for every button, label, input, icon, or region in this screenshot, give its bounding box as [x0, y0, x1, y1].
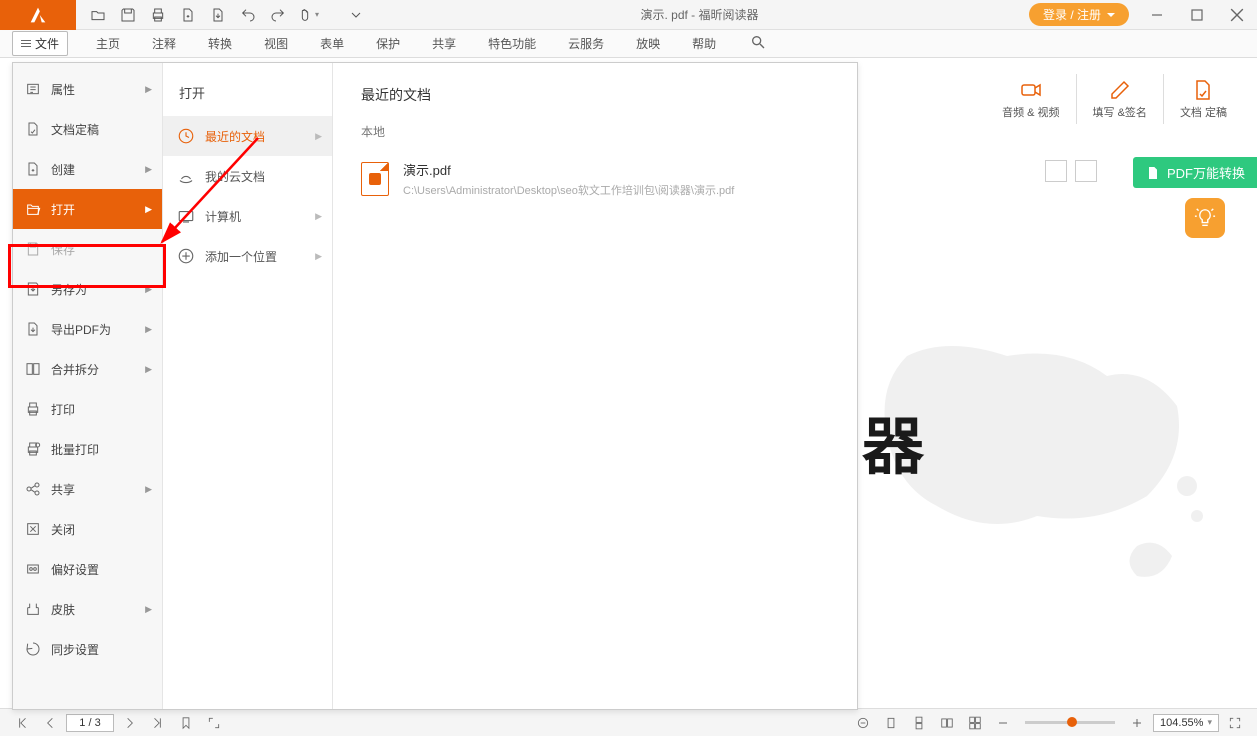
- window-title: 演示. pdf - 福昕阅读器: [370, 6, 1029, 23]
- prev-page-button[interactable]: [38, 712, 62, 734]
- view-single-button[interactable]: [1075, 160, 1097, 182]
- file-menu-保存: 保存: [13, 229, 162, 269]
- facing-continuous-icon[interactable]: [963, 712, 987, 734]
- zoom-in-button[interactable]: [1125, 712, 1149, 734]
- file-menu-文档定稿[interactable]: 文档定稿: [13, 109, 162, 149]
- file-menu: 属性▶文档定稿创建▶打开▶保存另存为▶导出PDF为▶合并拆分▶打印批量打印共享▶…: [12, 62, 858, 710]
- file-menu-导出PDF为[interactable]: 导出PDF为▶: [13, 309, 162, 349]
- file-menu-打印[interactable]: 打印: [13, 389, 162, 429]
- zoom-value[interactable]: 104.55%: [1153, 714, 1219, 732]
- ribbon-tab-9[interactable]: 放映: [620, 30, 676, 58]
- zoom-out-button[interactable]: [991, 712, 1015, 734]
- file-menu-打开[interactable]: 打开▶: [13, 189, 162, 229]
- minimize-button[interactable]: [1137, 0, 1177, 30]
- file-menu-属性[interactable]: 属性▶: [13, 69, 162, 109]
- qat-more-icon[interactable]: [342, 1, 370, 29]
- next-page-button[interactable]: [118, 712, 142, 734]
- maximize-button[interactable]: [1177, 0, 1217, 30]
- open-icon[interactable]: [84, 1, 112, 29]
- file-menu-合并拆分[interactable]: 合并拆分▶: [13, 349, 162, 389]
- ribbon-tab-6[interactable]: 共享: [416, 30, 472, 58]
- ribbon-right-group: 音频 & 视频 填写 &签名 文档 定稿: [984, 60, 1245, 138]
- save-icon[interactable]: [114, 1, 142, 29]
- file-menu-column-3: 最近的文档 本地 演示.pdf C:\Users\Administrator\D…: [333, 63, 857, 709]
- recent-file-item[interactable]: 演示.pdf C:\Users\Administrator\Desktop\se…: [361, 154, 829, 204]
- ribbon-tab-4[interactable]: 表单: [304, 30, 360, 58]
- file-menu-column-1: 属性▶文档定稿创建▶打开▶保存另存为▶导出PDF为▶合并拆分▶打印批量打印共享▶…: [13, 63, 163, 709]
- file-menu-创建[interactable]: 创建▶: [13, 149, 162, 189]
- hand-icon[interactable]: ▾: [294, 1, 322, 29]
- print-icon[interactable]: [144, 1, 172, 29]
- file-menu-共享[interactable]: 共享▶: [13, 469, 162, 509]
- ribbon-tab-3[interactable]: 视图: [248, 30, 304, 58]
- facing-page-icon[interactable]: [935, 712, 959, 734]
- quick-access-toolbar: ▾: [76, 1, 370, 29]
- doc-final-button[interactable]: 文档 定稿: [1174, 78, 1233, 120]
- ribbon-tab-1[interactable]: 注释: [136, 30, 192, 58]
- last-page-button[interactable]: [146, 712, 170, 734]
- view-thumbnails-button[interactable]: [1045, 160, 1067, 182]
- ribbon-tab-10[interactable]: 帮助: [676, 30, 732, 58]
- hint-bulb-button[interactable]: [1185, 198, 1225, 238]
- file-menu-关闭[interactable]: 关闭: [13, 509, 162, 549]
- open-sub-3[interactable]: 添加一个位置▶: [163, 236, 332, 276]
- expand-icon[interactable]: [202, 712, 226, 734]
- file-menu-批量打印[interactable]: 批量打印: [13, 429, 162, 469]
- ribbon-tabs: 文件 主页注释转换视图表单保护共享特色功能云服务放映帮助: [0, 30, 1257, 58]
- continuous-page-icon[interactable]: [907, 712, 931, 734]
- status-bar: 1 / 3 104.55%: [0, 708, 1257, 736]
- file-menu-column-2: 打开 最近的文档▶我的云文档计算机▶添加一个位置▶: [163, 63, 333, 709]
- open-sub-1[interactable]: 我的云文档: [163, 156, 332, 196]
- recent-location: 本地: [361, 123, 829, 140]
- undo-icon[interactable]: [234, 1, 262, 29]
- open-sub-2[interactable]: 计算机▶: [163, 196, 332, 236]
- app-logo: [0, 0, 76, 30]
- search-icon[interactable]: [740, 34, 776, 53]
- redo-icon[interactable]: [264, 1, 292, 29]
- ribbon-tab-7[interactable]: 特色功能: [472, 30, 552, 58]
- file-menu-偏好设置[interactable]: 偏好设置: [13, 549, 162, 589]
- ribbon-tab-5[interactable]: 保护: [360, 30, 416, 58]
- ribbon-tab-2[interactable]: 转换: [192, 30, 248, 58]
- fullscreen-button[interactable]: [1223, 712, 1247, 734]
- title-bar: ▾ 演示. pdf - 福昕阅读器 登录 / 注册: [0, 0, 1257, 30]
- login-button[interactable]: 登录 / 注册: [1029, 3, 1129, 26]
- page-add-icon[interactable]: [174, 1, 202, 29]
- single-page-icon[interactable]: [879, 712, 903, 734]
- reflow-icon[interactable]: [851, 712, 875, 734]
- close-button[interactable]: [1217, 0, 1257, 30]
- open-sub-0[interactable]: 最近的文档▶: [163, 116, 332, 156]
- page-indicator[interactable]: 1 / 3: [66, 714, 114, 732]
- page-large-text: 器: [862, 396, 922, 486]
- file-menu-同步设置[interactable]: 同步设置: [13, 629, 162, 669]
- first-page-button[interactable]: [10, 712, 34, 734]
- bookmark-icon[interactable]: [174, 712, 198, 734]
- page-extract-icon[interactable]: [204, 1, 232, 29]
- audio-video-button[interactable]: 音频 & 视频: [996, 78, 1065, 120]
- open-title: 打开: [163, 73, 332, 116]
- pdf-convert-badge[interactable]: PDF万能转换: [1133, 157, 1257, 188]
- pdf-file-icon: [361, 162, 389, 196]
- recent-heading: 最近的文档: [361, 85, 829, 105]
- file-tab[interactable]: 文件: [12, 31, 68, 56]
- file-menu-皮肤[interactable]: 皮肤▶: [13, 589, 162, 629]
- fill-sign-button[interactable]: 填写 &签名: [1087, 78, 1153, 120]
- file-menu-另存为[interactable]: 另存为▶: [13, 269, 162, 309]
- ribbon-tab-8[interactable]: 云服务: [552, 30, 620, 58]
- ribbon-tab-0[interactable]: 主页: [80, 30, 136, 58]
- zoom-slider[interactable]: [1025, 721, 1115, 724]
